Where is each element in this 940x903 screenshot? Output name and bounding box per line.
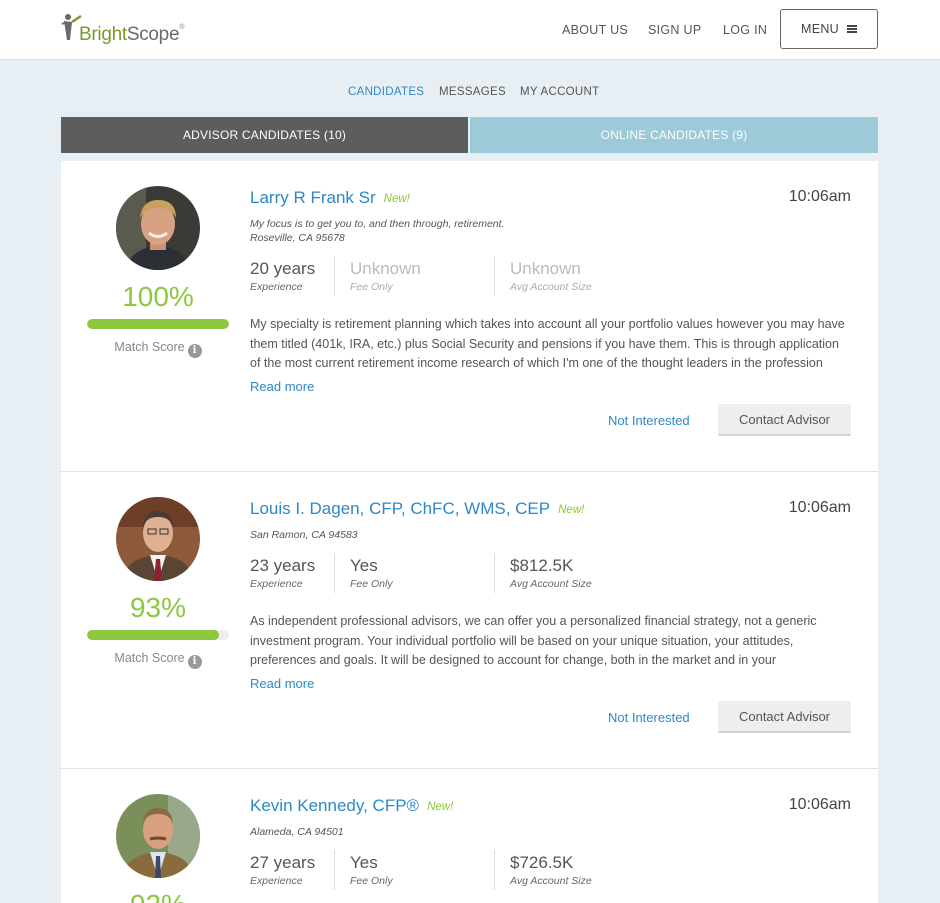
read-more-link[interactable]: Read more	[250, 379, 314, 394]
advisor-photo-icon	[116, 794, 200, 878]
experience-value: 27 years	[250, 853, 316, 872]
read-more-link[interactable]: Read more	[250, 676, 314, 691]
candidate-card: 100% Match Score i Larry R Frank Sr New! 1…	[61, 161, 878, 472]
advisor-location: San Ramon, CA 94583	[250, 529, 358, 541]
menu-button[interactable]: MENU	[780, 9, 878, 49]
fee-only-stat: Yes Fee Only	[350, 556, 393, 590]
match-score-label-text: Match Score	[114, 340, 185, 354]
advisor-photo-icon	[116, 497, 200, 581]
match-score-bar-fill	[87, 319, 229, 329]
logo-word-bright: Bright	[79, 24, 127, 45]
advisor-bio: As independent professional advisors, we…	[250, 614, 817, 667]
account-size-stat: Unknown Avg Account Size	[510, 259, 592, 293]
new-badge: New!	[558, 504, 585, 516]
match-score-bar	[87, 630, 229, 640]
new-badge: New!	[383, 193, 410, 205]
advisor-name-text[interactable]: Kevin Kennedy, CFP®	[250, 796, 419, 815]
account-size-value: $726.5K	[510, 853, 574, 872]
fee-only-stat: Unknown Fee Only	[350, 259, 421, 293]
info-icon[interactable]: i	[187, 344, 202, 358]
nav-sign-up[interactable]: SIGN UP	[648, 23, 702, 37]
fee-only-value: Yes	[350, 556, 378, 575]
nav-about-us[interactable]: ABOUT US	[562, 23, 628, 37]
avatar[interactable]	[116, 794, 200, 878]
account-size-label: Avg Account Size	[510, 875, 592, 887]
logo-wordmark: BrightScope®	[79, 24, 184, 46]
stat-divider	[334, 553, 335, 593]
subnav-candidates[interactable]: CANDIDATES	[348, 86, 424, 98]
avatar[interactable]	[116, 186, 200, 270]
advisor-photo-icon	[116, 186, 200, 270]
match-score-bar-fill	[87, 630, 220, 640]
menu-label: MENU	[800, 22, 839, 36]
experience-stat: 20 years Experience	[250, 259, 315, 293]
stat-divider	[334, 256, 335, 296]
account-size-label: Avg Account Size	[510, 281, 592, 293]
match-score-label: Match Score i	[87, 340, 229, 358]
experience-value: 20 years	[250, 259, 316, 278]
account-size-stat: $726.5K Avg Account Size	[510, 853, 592, 887]
account-size-label: Avg Account Size	[510, 578, 592, 590]
match-score-label-text: Match Score	[114, 651, 185, 665]
advisor-name[interactable]: Kevin Kennedy, CFP® New!	[250, 796, 453, 816]
advisor-tagline: My focus is to get you to, and then thro…	[250, 218, 505, 230]
not-interested-link[interactable]: Not Interested	[608, 413, 690, 428]
account-size-value: Unknown	[510, 259, 581, 278]
fee-only-label: Fee Only	[350, 281, 393, 293]
advisor-name-text[interactable]: Louis I. Dagen, CFP, ChFC, WMS, CEP	[250, 499, 550, 518]
brightscope-logo[interactable]: BrightScope®	[61, 12, 184, 46]
stat-divider	[494, 553, 495, 593]
received-time: 10:06am	[788, 188, 851, 205]
candidate-card: 92% Kevin Kennedy, CFP® New! 10:06am Alam…	[61, 769, 878, 903]
stat-divider	[494, 256, 495, 296]
experience-label: Experience	[250, 875, 303, 887]
contact-advisor-button[interactable]: Contact Advisor	[718, 701, 851, 733]
top-header: BrightScope® ABOUT US SIGN UP LOG IN MEN…	[0, 0, 940, 60]
advisor-location: Alameda, CA 94501	[250, 826, 344, 838]
fee-only-value: Yes	[350, 853, 378, 872]
tab-advisor-candidates[interactable]: ADVISOR CANDIDATES (10)	[61, 117, 468, 153]
subnav-messages[interactable]: MESSAGES	[439, 86, 506, 98]
not-interested-link[interactable]: Not Interested	[608, 710, 690, 725]
experience-stat: 27 years Experience	[250, 853, 315, 887]
new-badge: New!	[427, 801, 454, 813]
nav-log-in[interactable]: LOG IN	[723, 23, 767, 37]
hamburger-icon	[847, 25, 857, 33]
experience-value: 23 years	[250, 556, 316, 575]
match-score-value: 92%	[87, 889, 229, 903]
fee-only-label: Fee Only	[350, 875, 393, 887]
experience-label: Experience	[250, 578, 303, 590]
match-score-label: Match Score i	[87, 651, 229, 669]
fee-only-value: Unknown	[350, 259, 421, 278]
advisor-name[interactable]: Larry R Frank Sr New!	[250, 188, 410, 208]
received-time: 10:06am	[788, 796, 851, 813]
logo-trademark: ®	[179, 24, 185, 31]
candidate-card: 93% Match Score i Louis I. Dagen, CFP, Ch…	[61, 472, 878, 769]
contact-advisor-button[interactable]: Contact Advisor	[718, 404, 851, 436]
match-score-value: 93%	[129, 592, 187, 623]
advisor-location: Roseville, CA 95678	[250, 232, 345, 244]
tab-online-candidates[interactable]: ONLINE CANDIDATES (9)	[470, 117, 878, 153]
experience-label: Experience	[250, 281, 303, 293]
subnav-my-account[interactable]: MY ACCOUNT	[520, 86, 599, 98]
match-score-value: 100%	[122, 281, 194, 312]
advisor-name-text[interactable]: Larry R Frank Sr	[250, 188, 376, 207]
experience-stat: 23 years Experience	[250, 556, 315, 590]
advisor-name[interactable]: Louis I. Dagen, CFP, ChFC, WMS, CEP New!	[250, 499, 584, 519]
avatar[interactable]	[116, 497, 200, 581]
received-time: 10:06am	[788, 499, 851, 516]
advisor-bio: My specialty is retirement planning whic…	[250, 317, 845, 370]
account-size-stat: $812.5K Avg Account Size	[510, 556, 592, 590]
account-size-value: $812.5K	[510, 556, 574, 575]
match-score-bar	[87, 319, 229, 329]
fee-only-label: Fee Only	[350, 578, 393, 590]
stat-divider	[494, 850, 495, 890]
logo-word-scope: Scope	[126, 24, 180, 45]
stat-divider	[334, 850, 335, 890]
info-icon[interactable]: i	[187, 655, 202, 669]
fee-only-stat: Yes Fee Only	[350, 853, 393, 887]
